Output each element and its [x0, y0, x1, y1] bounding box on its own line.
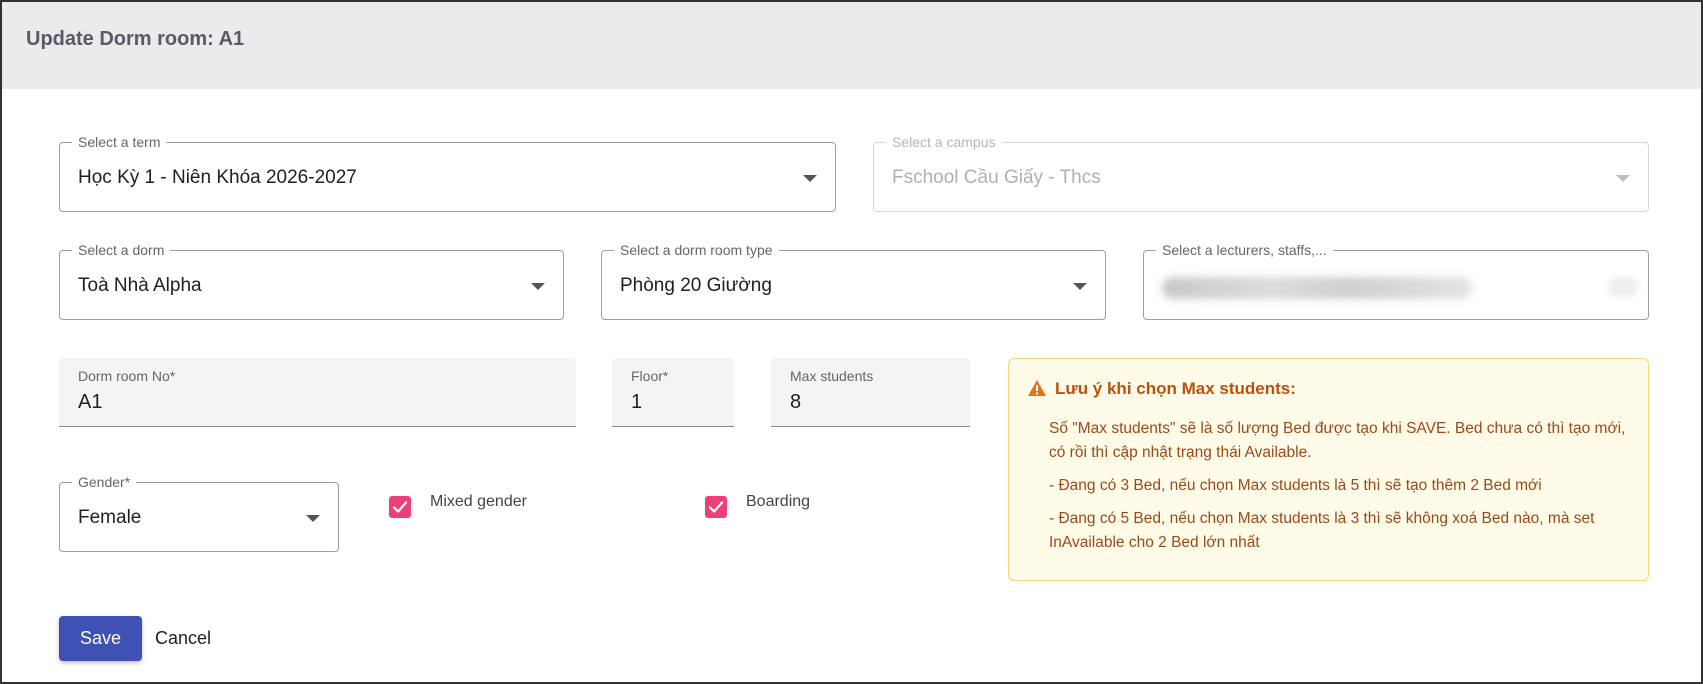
boarding-label: Boarding	[746, 493, 811, 510]
campus-select: Select a campus Fschool Cầu Giấy - Thcs	[873, 134, 1649, 212]
dorm-select-value: Toà Nhà Alpha	[78, 275, 202, 296]
mixed-gender-label: Mixed gender	[430, 493, 527, 510]
dorm-select-label: Select a dorm	[72, 242, 171, 258]
warning-line: - Đang có 3 Bed, nếu chọn Max students l…	[1049, 477, 1542, 494]
save-button[interactable]: Save	[59, 616, 142, 661]
room-type-select[interactable]: Select a dorm room type Phòng 20 Giường	[601, 242, 1106, 320]
warning-title: Lưu ý khi chọn Max students:	[1027, 379, 1296, 402]
gender-select-value: Female	[78, 507, 142, 528]
lecturers-select[interactable]: Select a lecturers, staffs,...	[1143, 242, 1649, 320]
campus-select-label: Select a campus	[886, 134, 1002, 150]
gender-select[interactable]: Gender* Female	[59, 474, 339, 552]
max-students-warning: Lưu ý khi chọn Max students: Số "Max stu…	[1008, 358, 1649, 581]
dorm-room-no-input[interactable]	[78, 391, 565, 414]
caret-down-icon	[1073, 283, 1087, 290]
term-select-value: Học Kỳ 1 - Niên Khóa 2026-2027	[78, 167, 357, 188]
caret-down-icon	[1616, 175, 1630, 182]
mixed-gender-checkbox[interactable]	[389, 496, 411, 518]
floor-field[interactable]: Floor*	[612, 358, 734, 427]
caret-down-icon	[306, 515, 320, 522]
redacted-icon	[1608, 277, 1638, 297]
term-select[interactable]: Select a term Học Kỳ 1 - Niên Khóa 2026-…	[59, 134, 836, 212]
room-type-select-value: Phòng 20 Giường	[620, 275, 772, 296]
page-title: Update Dorm room: A1	[26, 28, 245, 50]
dialog-header: Update Dorm room: A1	[2, 2, 1701, 89]
term-select-label: Select a term	[72, 134, 167, 150]
check-icon	[708, 501, 724, 513]
caret-down-icon	[531, 283, 545, 290]
floor-label: Floor*	[631, 368, 669, 384]
campus-select-value: Fschool Cầu Giấy - Thcs	[892, 167, 1101, 188]
room-type-select-label: Select a dorm room type	[614, 242, 779, 258]
max-students-label: Max students	[790, 368, 874, 384]
boarding-checkbox[interactable]	[705, 496, 727, 518]
cancel-button[interactable]: Cancel	[142, 616, 224, 661]
warning-triangle-icon	[1027, 379, 1047, 402]
dialog: Update Dorm room: A1 Select a term Học K…	[0, 0, 1703, 684]
check-icon	[392, 501, 408, 513]
warning-line: Số "Max students" sẽ là số lượng Bed đượ…	[1049, 420, 1626, 461]
floor-input[interactable]	[631, 391, 723, 414]
redacted-value	[1162, 277, 1472, 299]
max-students-field[interactable]: Max students	[771, 358, 970, 427]
gender-select-label: Gender*	[72, 474, 137, 490]
caret-down-icon	[803, 175, 817, 182]
dorm-select[interactable]: Select a dorm Toà Nhà Alpha	[59, 242, 564, 320]
warning-title-text: Lưu ý khi chọn Max students:	[1055, 379, 1296, 398]
warning-lines: Số "Max students" sẽ là số lượng Bed đượ…	[1049, 417, 1634, 564]
warning-line: - Đang có 5 Bed, nếu chọn Max students l…	[1049, 510, 1595, 551]
dorm-room-no-field[interactable]: Dorm room No*	[59, 358, 576, 427]
max-students-input[interactable]	[790, 391, 959, 414]
lecturers-select-label: Select a lecturers, staffs,...	[1156, 242, 1333, 258]
dorm-room-no-label: Dorm room No*	[78, 368, 176, 384]
